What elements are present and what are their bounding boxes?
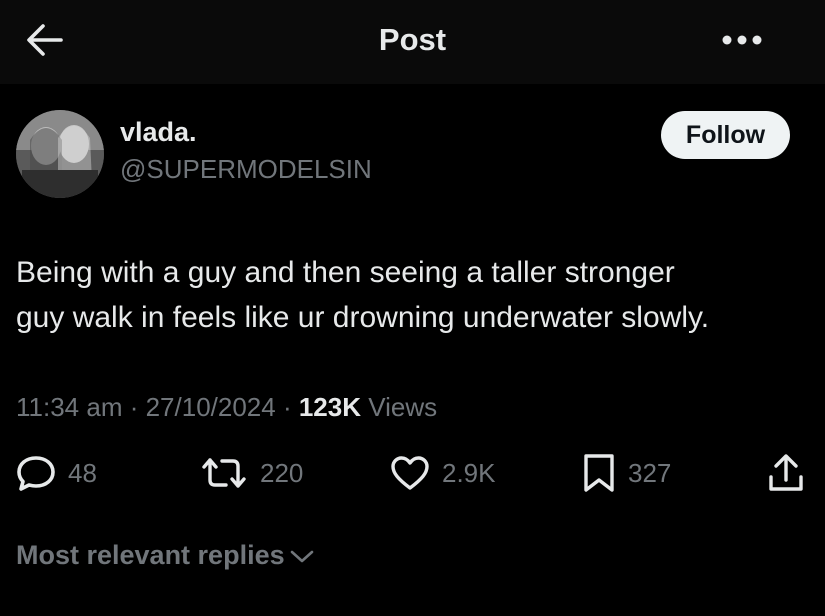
like-button[interactable]: 2.9K [390,453,496,493]
page-title: Post [378,22,447,57]
post-metadata: 11:34 am · 27/10/2024 · 123K Views [16,392,437,423]
post-time[interactable]: 11:34 am [16,392,122,422]
bookmark-icon [584,454,614,492]
reply-icon [17,456,55,491]
chevron-down-icon [290,550,313,562]
repost-count: 220 [260,457,304,488]
reply-count: 48 [68,457,97,488]
more-options-button[interactable] [716,24,768,56]
top-bar: Post [0,0,825,84]
like-count: 2.9K [442,457,496,488]
separator-dot: · [122,392,146,422]
heart-icon [391,456,429,490]
share-button[interactable] [767,453,805,493]
post-text-line: Being with a guy and then seeing a talle… [16,256,675,289]
repost-button[interactable]: 220 [200,453,303,493]
reply-button[interactable]: 48 [16,453,97,493]
author-handle[interactable]: @SUPERMODELSIN [120,154,372,185]
post-text: Being with a guy and then seeing a talle… [16,250,816,340]
more-horizontal-icon [722,35,762,45]
post-text-line: guy walk in feels like ur drowning under… [16,301,710,334]
author-name[interactable]: vlada. [120,117,197,148]
replies-sort-label: Most relevant replies [16,540,285,570]
follow-button[interactable]: Follow [661,111,790,159]
profile-photo [16,110,104,198]
post-date[interactable]: 27/10/2024 [146,392,276,422]
avatar[interactable] [16,110,104,198]
bookmark-button[interactable]: 327 [582,453,671,493]
bookmark-count: 327 [628,457,672,488]
repost-icon [202,458,246,488]
share-icon [769,454,803,491]
replies-sort-dropdown[interactable]: Most relevant replies [16,540,315,571]
views-label: Views [361,392,438,422]
views-count[interactable]: 123K [299,392,361,422]
separator-dot: · [275,392,299,422]
